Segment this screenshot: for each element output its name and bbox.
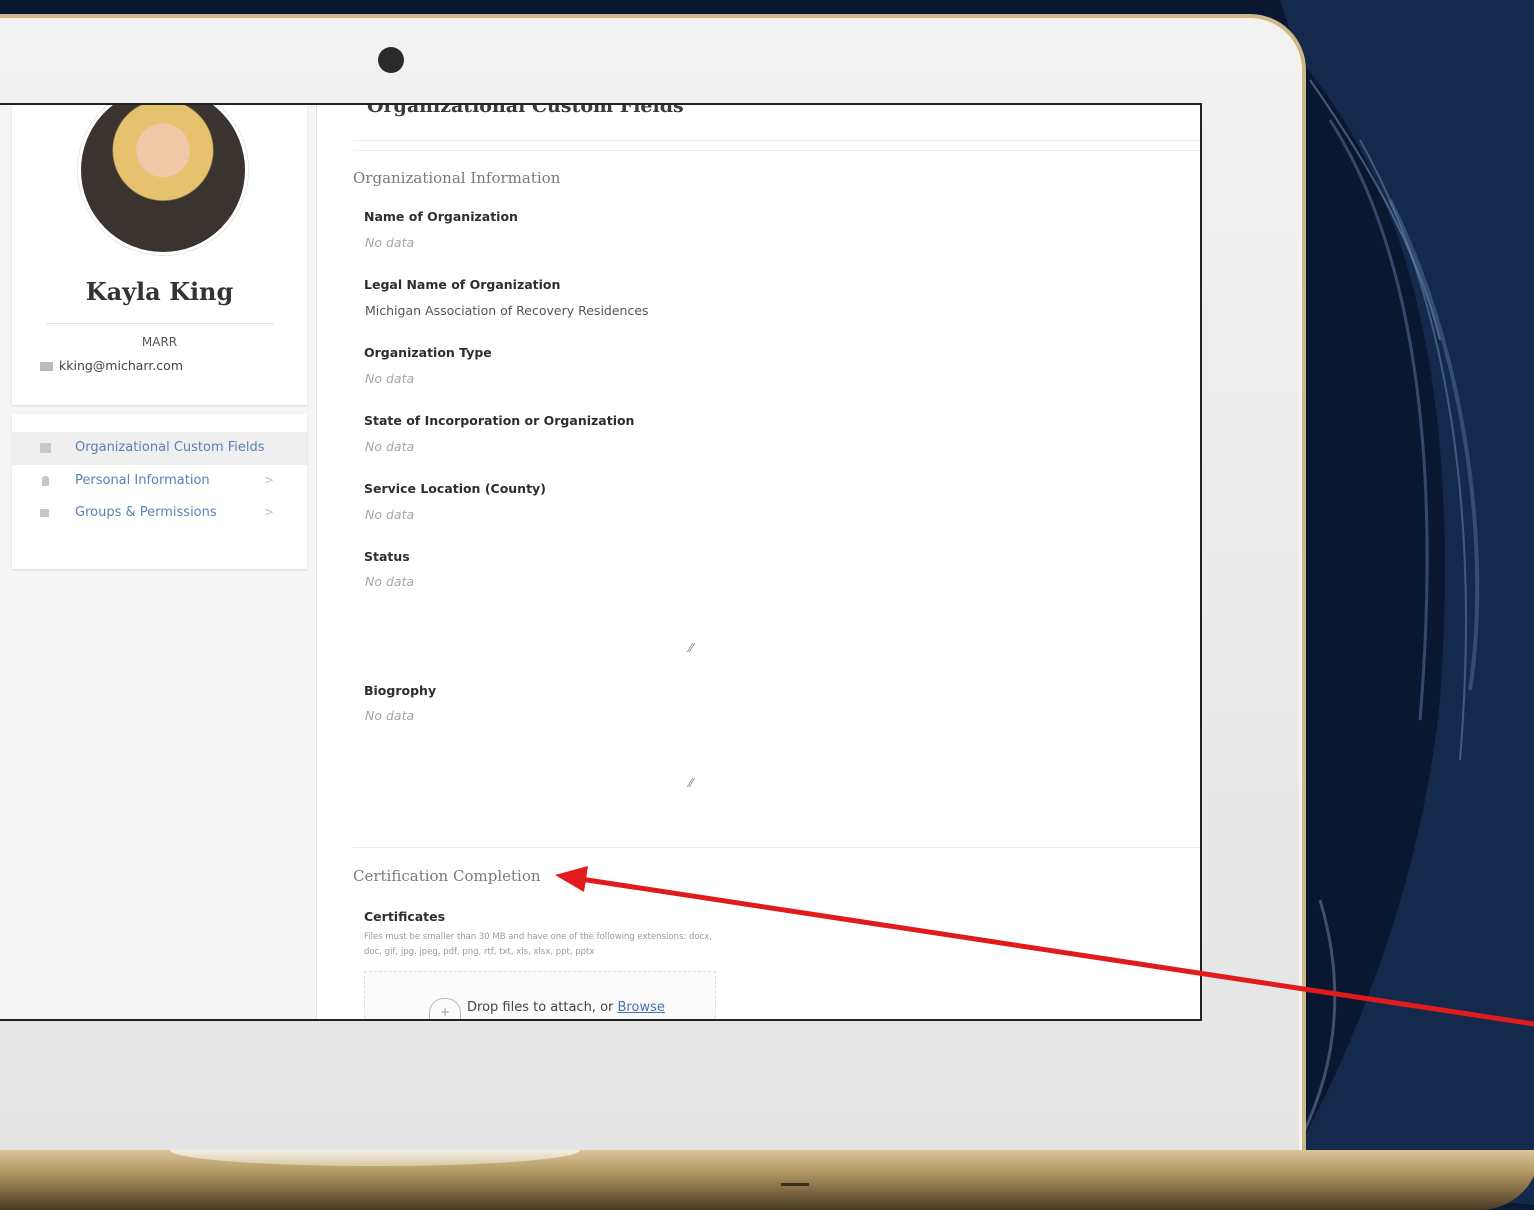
nav-item-label: Groups & Permissions: [75, 505, 217, 520]
field-label-biography: Biogrophy: [364, 683, 437, 698]
nav-item-label: Organizational Custom Fields: [75, 440, 265, 455]
textarea-resize-handle-icon[interactable]: ⁄⁄: [689, 776, 693, 790]
field-value-service-location[interactable]: No data: [365, 507, 414, 522]
field-value-legal-name[interactable]: Michigan Association of Recovery Residen…: [365, 303, 649, 318]
camera-icon: [378, 47, 404, 73]
page-title: Organizational Custom Fields: [367, 103, 684, 117]
profile-organization: MARR: [141, 335, 178, 349]
chevron-right-icon: >: [264, 473, 275, 487]
profile-card: Kayla King MARR kking@micharr.com: [12, 105, 307, 405]
upload-hint: Files must be smaller than 30 MB and hav…: [364, 932, 712, 957]
laptop-notch: [170, 1150, 580, 1166]
textarea-resize-handle-icon[interactable]: ⁄⁄: [689, 641, 693, 655]
field-label-legal-name: Legal Name of Organization: [364, 277, 561, 292]
field-label-status: Status: [364, 549, 410, 564]
field-value-organization-type[interactable]: No data: [365, 371, 414, 386]
main-content: Organizational Custom Fields Organizatio…: [317, 105, 1200, 1019]
field-label-state-of-incorporation: State of Incorporation or Organization: [364, 413, 635, 428]
field-value-state-of-incorporation[interactable]: No data: [365, 439, 414, 454]
nav-item-groups-permissions[interactable]: Groups & Permissions >: [12, 497, 307, 530]
lock-icon: [40, 509, 49, 517]
field-label-service-location: Service Location (County): [364, 481, 546, 496]
field-label-name-of-organization: Name of Organization: [364, 209, 518, 224]
profile-email-text: kking@micharr.com: [59, 358, 183, 373]
section-divider: [353, 847, 1200, 848]
user-icon: [42, 476, 49, 486]
field-label-certificates: Certificates: [364, 909, 446, 924]
field-value-status[interactable]: No data: [365, 574, 414, 589]
file-dropzone[interactable]: + Drop files to attach, or Browse: [364, 971, 716, 1019]
nav-item-organizational-custom-fields[interactable]: Organizational Custom Fields: [12, 432, 307, 465]
chevron-right-icon: >: [264, 505, 275, 519]
nav-item-personal-information[interactable]: Personal Information >: [12, 465, 307, 498]
laptop-indicator: [781, 1183, 809, 1186]
browse-link[interactable]: Browse: [618, 1000, 665, 1015]
field-value-biography[interactable]: No data: [365, 708, 414, 723]
upload-cloud-icon: +: [429, 998, 461, 1019]
field-value-name-of-organization[interactable]: No data: [365, 235, 414, 250]
header-divider: [353, 140, 1200, 141]
envelope-icon: [40, 362, 53, 371]
profile-nav: Organizational Custom Fields Personal In…: [12, 414, 307, 569]
sidebar: Kayla King MARR kking@micharr.com Organi…: [0, 105, 317, 1019]
avatar: [78, 105, 248, 255]
field-label-organization-type: Organization Type: [364, 345, 492, 360]
profile-email[interactable]: kking@micharr.com: [40, 358, 183, 373]
laptop-base: [0, 1150, 1534, 1210]
section-title-certification-completion: Certification Completion: [353, 867, 541, 885]
section-title-organizational-information: Organizational Information: [353, 169, 561, 187]
nav-item-label: Personal Information: [75, 473, 210, 488]
dropzone-text: Drop files to attach, or Browse: [467, 1000, 665, 1015]
profile-name: Kayla King: [85, 277, 234, 306]
id-card-icon: [40, 443, 51, 453]
profile-divider: [46, 323, 274, 324]
dropzone-label: Drop files to attach, or: [467, 1000, 614, 1015]
app-screen: Kayla King MARR kking@micharr.com Organi…: [0, 103, 1202, 1021]
header-divider: [353, 150, 1200, 151]
